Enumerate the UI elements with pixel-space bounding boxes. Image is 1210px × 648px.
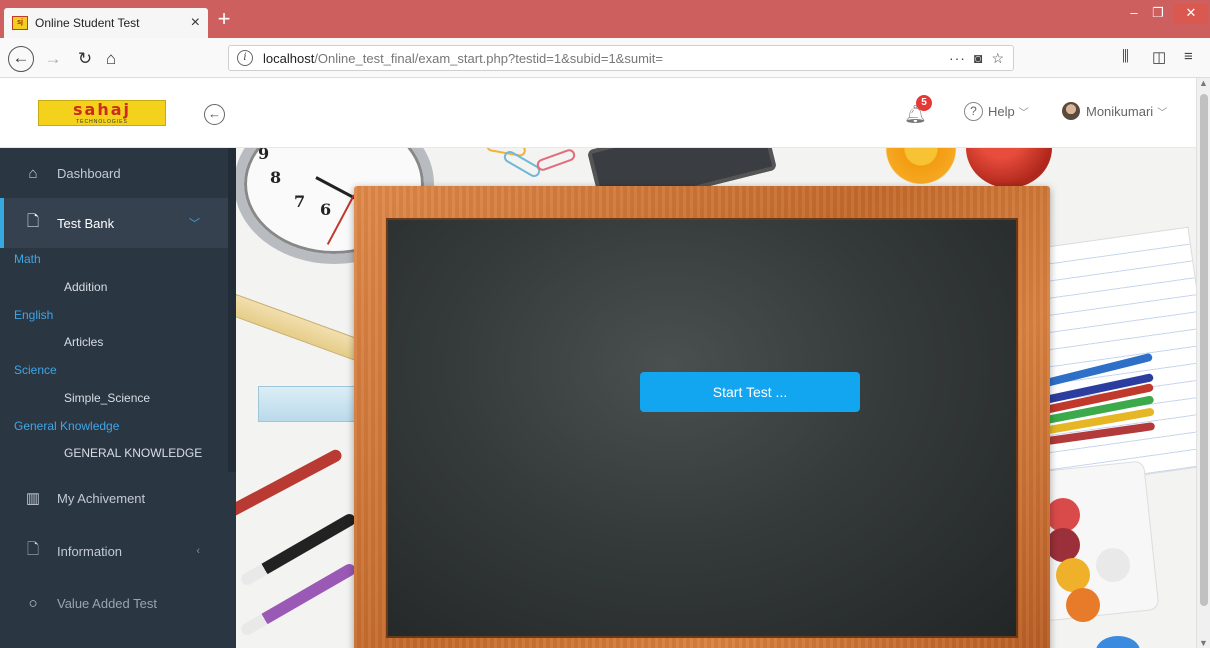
user-name: Monikumari — [1086, 103, 1154, 119]
home-icon[interactable]: ⌂ — [98, 46, 124, 72]
apple-illustration — [966, 148, 1052, 188]
favicon-icon: sj — [12, 16, 28, 30]
chevron-down-icon: ﹀ — [1157, 107, 1168, 119]
info-file-icon: 🗋 — [26, 540, 40, 558]
back-arrow-icon[interactable]: ← — [8, 46, 34, 72]
user-menu[interactable]: Monikumari ﹀ — [1062, 102, 1167, 120]
scrollbar-thumb[interactable] — [1200, 94, 1208, 606]
sidebar-item-information[interactable]: 🗋 Information ‹ — [0, 526, 236, 576]
category-english[interactable]: English — [0, 308, 236, 322]
scroll-up-icon[interactable]: ▲ — [1199, 78, 1208, 88]
url-text: localhost/Online_test_final/exam_start.p… — [263, 51, 941, 66]
sidebar-item-label: Value Added Test — [57, 595, 157, 611]
help-menu[interactable]: ? Help ﹀ — [964, 102, 1029, 121]
value-test-icon: ○ — [28, 594, 38, 612]
window-close-icon[interactable]: ✕ — [1174, 4, 1208, 24]
sidebar-item-label: Dashboard — [57, 165, 121, 181]
help-label: Help — [988, 104, 1015, 119]
notification-badge: 5 — [916, 95, 932, 111]
category-science[interactable]: Science — [0, 363, 236, 377]
chalkboard-frame: Start Test ... — [354, 186, 1050, 648]
sidebar-item-label: Test Bank — [57, 215, 115, 231]
new-tab-button[interactable]: + — [212, 8, 236, 32]
minimize-icon[interactable]: – — [1124, 4, 1144, 24]
url-host: localhost — [263, 50, 315, 66]
sidebar-item-my-achievement[interactable]: ▥ My Achivement — [0, 473, 236, 523]
sidebar-item-label: My Achivement — [57, 490, 146, 506]
close-tab-icon[interactable]: × — [191, 15, 200, 31]
scroll-down-icon[interactable]: ▼ — [1199, 638, 1208, 648]
chevron-down-icon: ﹀ — [189, 218, 200, 230]
forward-arrow-icon[interactable]: → — [40, 46, 66, 72]
app-header: sahaj TECHNOLOGIES ← 🔔︎ 5 ? Help ﹀ Monik… — [0, 78, 1196, 148]
site-info-icon[interactable]: i — [237, 50, 253, 66]
paperclip-illustration — [535, 148, 577, 173]
home-icon: ⌂ — [28, 164, 38, 182]
chevron-down-icon: ﹀ — [1018, 108, 1029, 119]
browser-tab[interactable]: sj Online Student Test × — [4, 8, 208, 38]
category-math[interactable]: Math — [0, 252, 236, 266]
sidebar-scrollbar[interactable] — [228, 148, 236, 472]
pencil-illustration — [236, 447, 344, 520]
tab-title: Online Student Test — [35, 16, 140, 30]
hamburger-menu-icon[interactable]: ≡ — [1184, 48, 1193, 65]
sidebar-item-label: Information — [57, 543, 123, 559]
flower-illustration — [876, 148, 966, 184]
page-actions-icon[interactable]: ··· — [949, 50, 966, 66]
logo-text: sahaj — [73, 100, 131, 119]
test-item-addition[interactable]: Addition — [0, 280, 236, 294]
sidebar-item-test-bank[interactable]: 🗋 Test Bank ﹀ — [0, 198, 236, 248]
sidebar-item-dashboard[interactable]: ⌂ Dashboard — [0, 148, 236, 198]
chevron-left-icon: ‹ — [196, 545, 200, 557]
start-test-button[interactable]: Start Test ... — [640, 372, 860, 412]
file-icon: 🗋 — [26, 212, 40, 230]
pocket-icon[interactable]: ◙ — [974, 50, 983, 66]
bookmark-star-icon[interactable]: ☆ — [991, 50, 1005, 67]
sidebar-item-value-added-test[interactable]: ○ Value Added Test — [0, 578, 236, 628]
sidebar-toggle-icon[interactable]: ◫ — [1152, 48, 1166, 66]
test-item-simple-science[interactable]: Simple_Science — [0, 391, 236, 405]
help-icon: ? — [964, 102, 983, 121]
browser-nav-bar: ← → ↻ ⌂ i localhost/Online_test_final/ex… — [0, 38, 1210, 78]
sidebar: ⌂ Dashboard 🗋 Test Bank ﹀ Math Addition … — [0, 148, 236, 648]
logo-subtext: TECHNOLOGIES — [76, 119, 128, 125]
ball-illustration — [1096, 636, 1140, 648]
browser-tab-bar: sj Online Student Test × + – ❐ ✕ — [0, 0, 1210, 38]
reload-icon[interactable]: ↻ — [72, 46, 98, 72]
category-general-knowledge[interactable]: General Knowledge — [0, 419, 236, 433]
ruler-illustration — [258, 386, 368, 422]
url-path: /Online_test_final/exam_start.php?testid… — [314, 50, 663, 66]
url-bar[interactable]: i localhost/Online_test_final/exam_start… — [228, 45, 1014, 71]
sidebar-collapse-icon[interactable]: ← — [204, 104, 225, 125]
test-item-articles[interactable]: Articles — [0, 335, 236, 349]
avatar — [1062, 102, 1080, 120]
maximize-icon[interactable]: ❐ — [1148, 4, 1168, 24]
chalkboard: Start Test ... — [386, 218, 1018, 638]
main-content: 10 2 9 8 7 6 Start Test ... — [236, 148, 1196, 648]
test-item-general-knowledge[interactable]: GENERAL KNOWLEDGE — [0, 446, 236, 460]
page-scrollbar[interactable]: ▲ ▼ — [1196, 78, 1210, 648]
chart-icon: ▥ — [25, 490, 41, 507]
library-icon[interactable]: ⫼ — [1122, 48, 1129, 65]
company-logo[interactable]: sahaj TECHNOLOGIES — [38, 100, 166, 126]
